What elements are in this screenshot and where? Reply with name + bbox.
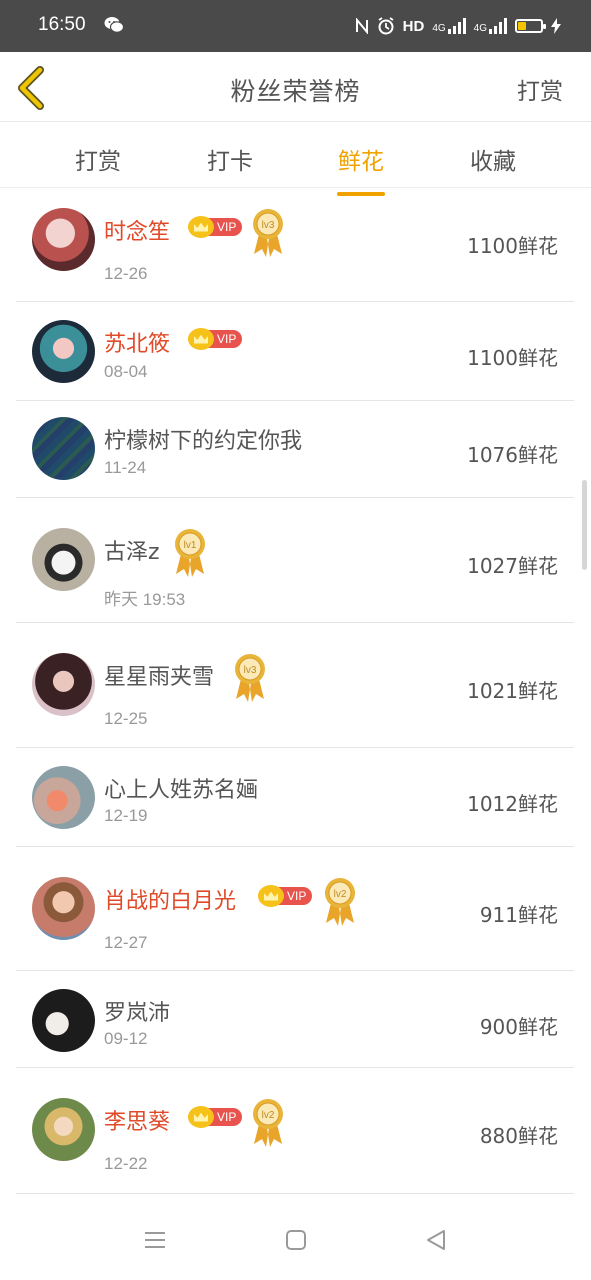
avatar[interactable] (32, 208, 95, 271)
vip-badge: VIP (188, 1106, 243, 1128)
avatar[interactable] (32, 989, 95, 1052)
fan-ranking-list: 时念笙 VIP lv3 12-26 1100鲜花 苏北筱 VIP 08-04 1… (16, 188, 574, 1194)
fan-date: 12-19 (104, 806, 148, 825)
fan-row[interactable]: 罗岚沛 09-12 900鲜花 (16, 971, 574, 1068)
fan-name: 柠檬树下的约定你我 (104, 429, 303, 454)
avatar[interactable] (32, 766, 95, 829)
flower-amount: 1076鲜花 (467, 443, 558, 467)
flower-amount: 1100鲜花 (467, 346, 558, 370)
network-4g-2: 4G (474, 18, 507, 34)
home-icon[interactable] (284, 1228, 308, 1252)
level-label: lv1 (184, 540, 197, 551)
fan-date: 12-22 (104, 1154, 148, 1173)
fan-name: 时念笙 (104, 220, 171, 245)
fan-name: 苏北筱 (104, 332, 171, 357)
status-bar: 16:50 HD 4G 4G (0, 0, 591, 52)
fan-date: 09-12 (104, 1029, 148, 1048)
fan-name: 古泽z (104, 540, 160, 565)
menu-icon[interactable] (143, 1228, 167, 1252)
network-label-2: 4G (473, 23, 487, 34)
vip-badge: VIP (188, 216, 243, 238)
level-label: lv3 (262, 220, 275, 231)
app-header: 粉丝荣誉榜 打赏 (0, 52, 591, 122)
hd-label: HD (402, 17, 425, 35)
tab-checkin[interactable]: 打卡 (190, 142, 270, 176)
flower-amount: 1021鲜花 (467, 679, 558, 703)
avatar[interactable] (32, 528, 95, 591)
fan-date: 12-27 (104, 933, 148, 952)
fan-row[interactable]: 时念笙 VIP lv3 12-26 1100鲜花 (16, 188, 574, 302)
network-4g-1: 4G (432, 18, 466, 34)
crown-icon (188, 216, 214, 238)
level-label: lv3 (244, 665, 257, 676)
level-label: lv2 (334, 889, 347, 900)
tab-flowers[interactable]: 鲜花 (321, 142, 401, 196)
level-medal-icon: lv2 (325, 878, 355, 926)
fan-date: 12-25 (104, 709, 148, 728)
tab-reward[interactable]: 打赏 (58, 142, 138, 176)
fan-name: 李思葵 (104, 1110, 171, 1135)
crown-icon (188, 1106, 214, 1128)
fan-name: 罗岚沛 (104, 1001, 171, 1026)
signal-icon (447, 18, 466, 34)
back-triangle-icon[interactable] (424, 1228, 448, 1252)
scrollbar[interactable] (582, 480, 587, 570)
flower-amount: 880鲜花 (479, 1124, 558, 1148)
reward-button[interactable]: 打赏 (517, 72, 563, 106)
nfc-icon (355, 18, 368, 34)
level-medal-icon: lv3 (235, 654, 265, 702)
charging-icon (551, 18, 561, 34)
avatar[interactable] (32, 1098, 95, 1161)
flower-amount: 900鲜花 (479, 1015, 558, 1039)
level-medal-icon: lv3 (253, 209, 283, 257)
flower-amount: 911鲜花 (479, 903, 558, 927)
signal-icon (489, 18, 507, 34)
status-time: 16:50 (38, 14, 86, 35)
alarm-icon (378, 17, 394, 35)
tab-bar: 打赏 打卡 鲜花 收藏 (0, 122, 591, 196)
status-icons: HD 4G 4G (355, 14, 561, 38)
crown-icon (188, 328, 214, 350)
fan-row[interactable]: 苏北筱 VIP 08-04 1100鲜花 (16, 302, 574, 401)
tab-label: 鲜花 (338, 149, 384, 175)
fan-row[interactable]: 肖战的白月光 VIP lv2 12-27 911鲜花 (16, 847, 574, 971)
fan-date: 昨天 19:53 (104, 590, 186, 609)
fan-name: 心上人姓苏名婳 (104, 778, 259, 803)
avatar[interactable] (32, 653, 95, 716)
fan-row[interactable]: 李思葵 VIP lv2 12-22 880鲜花 (16, 1068, 574, 1194)
avatar[interactable] (32, 417, 95, 480)
tab-favorites[interactable]: 收藏 (453, 142, 533, 176)
vip-badge: VIP (258, 885, 313, 907)
tab-label: 打卡 (207, 149, 253, 175)
fan-name: 星星雨夹雪 (104, 665, 215, 690)
level-medal-icon: lv2 (253, 1099, 283, 1147)
fan-date: 11-24 (104, 458, 147, 477)
flower-amount: 1100鲜花 (467, 234, 558, 258)
level-label: lv2 (262, 1110, 275, 1121)
page-title: 粉丝荣誉榜 (230, 77, 361, 106)
vip-badge: VIP (188, 328, 243, 350)
level-medal-icon: lv1 (175, 529, 205, 577)
flower-amount: 1027鲜花 (467, 554, 558, 578)
fan-row[interactable]: 古泽z lv1 昨天 19:53 1027鲜花 (16, 498, 574, 623)
fan-row[interactable]: 柠檬树下的约定你我 11-24 1076鲜花 (16, 401, 574, 498)
fan-name: 肖战的白月光 (104, 889, 237, 914)
flower-amount: 1012鲜花 (467, 792, 558, 816)
tab-label: 打赏 (75, 149, 121, 175)
fan-row[interactable]: 心上人姓苏名婳 12-19 1012鲜花 (16, 748, 574, 847)
system-nav-bar (0, 1200, 591, 1280)
battery-icon (515, 19, 546, 33)
avatar[interactable] (32, 320, 95, 383)
fan-date: 08-04 (104, 362, 148, 381)
network-label-1: 4G (432, 23, 446, 34)
tab-label: 收藏 (470, 149, 516, 175)
wechat-icon (104, 17, 124, 33)
crown-icon (258, 885, 284, 907)
fan-row[interactable]: 星星雨夹雪 lv3 12-25 1021鲜花 (16, 623, 574, 748)
avatar[interactable] (32, 877, 95, 940)
fan-date: 12-26 (104, 264, 148, 283)
